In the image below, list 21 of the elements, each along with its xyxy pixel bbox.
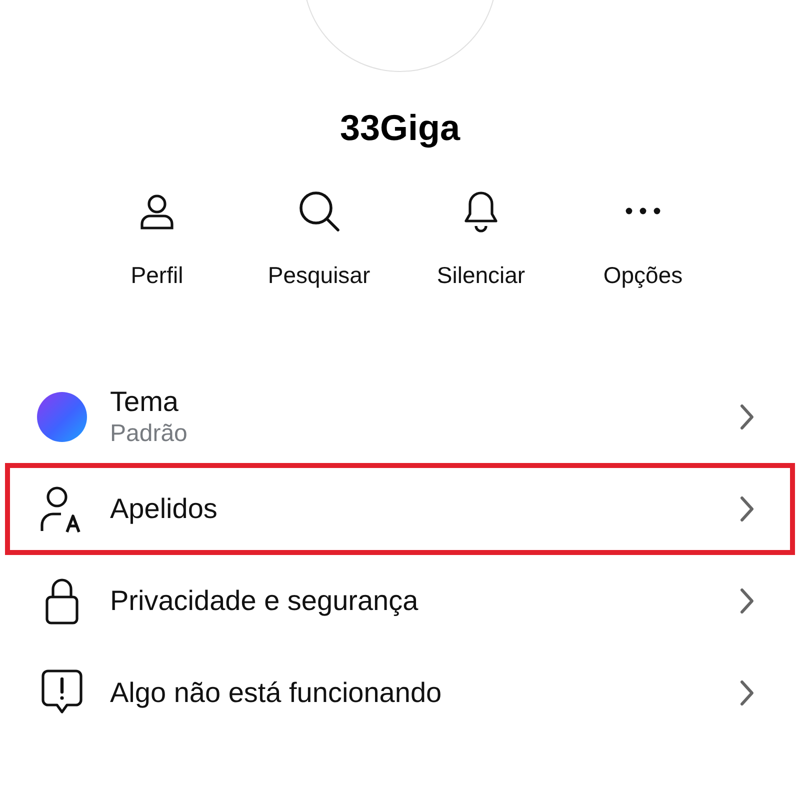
theme-color-swatch xyxy=(37,392,87,442)
lock-icon xyxy=(44,576,80,626)
row-title: Tema xyxy=(110,385,180,419)
row-subtitle: Padrão xyxy=(110,419,188,449)
settings-row[interactable]: Algo não está funcionando xyxy=(5,646,795,738)
settings-row[interactable]: Tema Padrão xyxy=(5,370,795,462)
settings-row[interactable]: Apelidos xyxy=(5,462,795,554)
profile-name: 33Giga xyxy=(340,110,460,146)
chevron-right-icon xyxy=(739,678,755,706)
search-button[interactable]: Pesquisar xyxy=(238,186,400,292)
chevron-right-icon xyxy=(739,402,755,430)
more-icon xyxy=(625,207,661,215)
chevron-right-icon xyxy=(739,586,755,614)
row-title: Apelidos xyxy=(110,492,218,526)
row-title: Algo não está funcionando xyxy=(110,676,443,710)
chevron-right-icon xyxy=(739,494,755,522)
bell-button[interactable]: Silenciar xyxy=(400,186,562,292)
options-button[interactable]: Opções xyxy=(562,186,724,292)
row-title: Privacidade e segurança xyxy=(110,584,420,618)
settings-row[interactable]: Privacidade e segurança xyxy=(5,554,795,646)
person-button[interactable]: Perfil xyxy=(76,186,238,292)
